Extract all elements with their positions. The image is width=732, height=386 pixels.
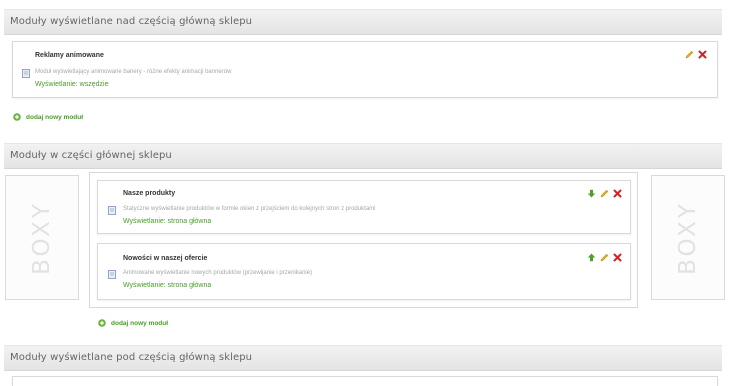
section-header-below-main: Moduły wyświetlane pod częścią główną sk… [4,345,722,371]
module-display-scope: Wyświetlanie: wszędzie [35,81,109,88]
pencil-icon[interactable] [600,253,609,262]
add-module-link-above[interactable]: dodaj nowy moduł [13,113,83,121]
plus-icon [98,319,106,327]
section-header-main: Moduły w części głównej sklepu [4,143,722,169]
add-module-link-main[interactable]: dodaj nowy moduł [98,319,168,327]
boxy-left-column: BOXY [5,175,79,300]
section-header-above-main: Moduły wyświetlane nad częścią główną sk… [4,9,722,35]
module-card-reklamy-animowane: Reklamy animowane Moduł wyświetlający an… [12,41,718,98]
pencil-icon[interactable] [685,50,694,59]
boxy-right-column: BOXY [651,175,725,300]
add-module-label: dodaj nowy moduł [111,319,169,327]
page-icon [108,206,116,215]
boxy-label: BOXY [675,200,701,275]
module-card-partial [12,376,718,386]
plus-icon [13,113,21,121]
module-actions [587,251,622,263]
page-icon [108,270,116,279]
arrow-down-icon[interactable] [587,189,596,198]
module-actions [685,48,707,60]
boxy-label: BOXY [29,200,55,275]
module-description: Animowane wyświetlanie nowych produktów … [123,270,313,276]
module-actions [587,187,622,199]
module-display-scope: Wyświetlanie: strona główna [123,218,212,225]
page-icon [22,69,30,78]
add-module-label: dodaj nowy moduł [26,113,84,121]
close-icon[interactable] [698,50,707,59]
module-card-nasze-produkty: Nasze produkty Statyczne wyświetlanie pr… [97,180,631,234]
close-icon[interactable] [613,253,622,262]
close-icon[interactable] [613,189,622,198]
module-description: Statyczne wyświetlanie produktów w formi… [123,206,376,212]
module-description: Moduł wyświetlający animowane banery - r… [35,69,232,75]
pencil-icon[interactable] [600,189,609,198]
module-title: Nasze produkty [123,190,176,197]
arrow-up-icon[interactable] [587,253,596,262]
module-card-nowosci: Nowości w naszej ofercie Animowane wyświ… [97,243,631,300]
module-display-scope: Wyświetlanie: strona główna [123,282,212,289]
module-title: Reklamy animowane [35,52,104,59]
module-title: Nowości w naszej ofercie [123,255,208,262]
